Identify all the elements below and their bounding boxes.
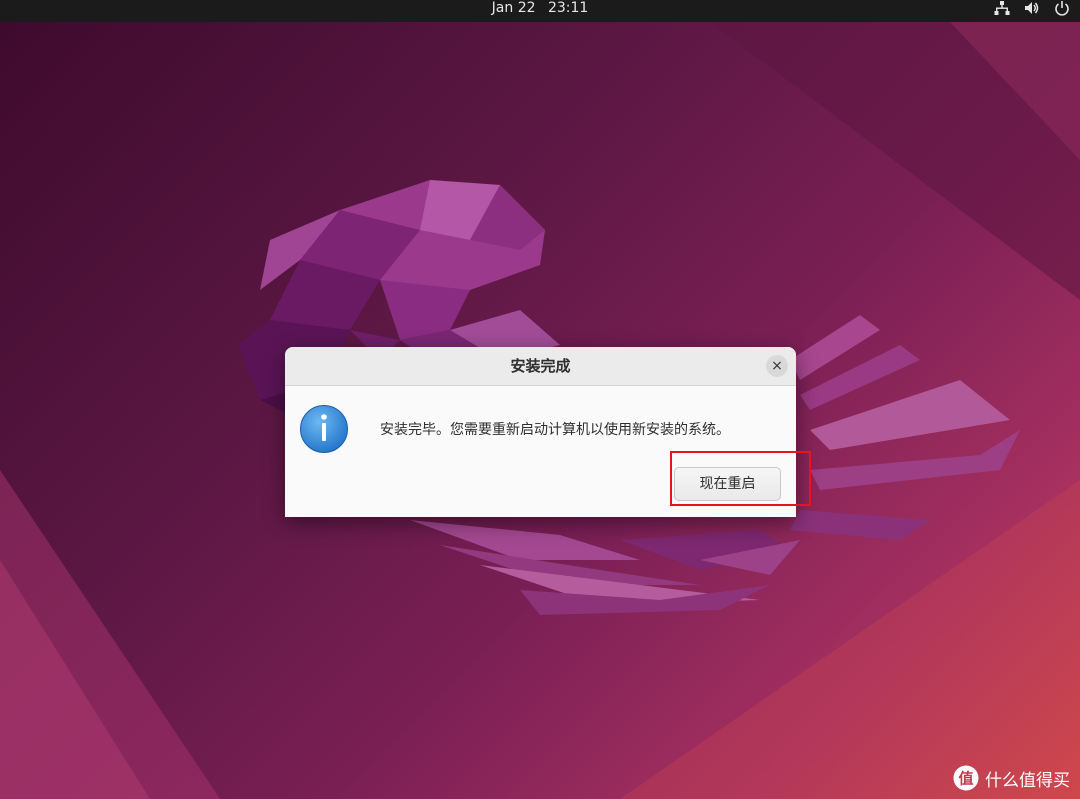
volume-icon[interactable] (1024, 0, 1040, 16)
close-button[interactable]: × (766, 355, 788, 377)
watermark-text: 什么值得买 (985, 770, 1070, 791)
smzdm-logo-icon: 值 (953, 765, 979, 791)
install-complete-dialog: 安装完成 × 安装完毕。您需要重新启动计算机以使用新安装的系统。 现在重启 (285, 347, 796, 517)
dialog-title: 安装完成 (510, 357, 571, 375)
system-tray[interactable] (994, 0, 1070, 16)
dialog-message: 安装完毕。您需要重新启动计算机以使用新安装的系统。 (380, 422, 730, 438)
clock[interactable]: Jan 22 23:11 (0, 0, 1080, 16)
dialog-header: 安装完成 × (285, 347, 796, 386)
clock-time: 23:11 (547, 0, 589, 16)
watermark: 值 什么值得买 (953, 765, 1070, 791)
power-icon[interactable] (1054, 0, 1070, 16)
top-bar: Jan 22 23:11 (0, 0, 1080, 22)
desktop: Jan 22 23:11 安装完成 × 安装完毕。您需要重新启动计算机以使用新安… (0, 0, 1080, 799)
svg-text:值: 值 (958, 770, 973, 788)
restart-now-button[interactable]: 现在重启 (674, 467, 781, 501)
clock-date: Jan 22 (491, 0, 536, 16)
info-icon (300, 405, 348, 453)
network-icon[interactable] (994, 0, 1010, 16)
